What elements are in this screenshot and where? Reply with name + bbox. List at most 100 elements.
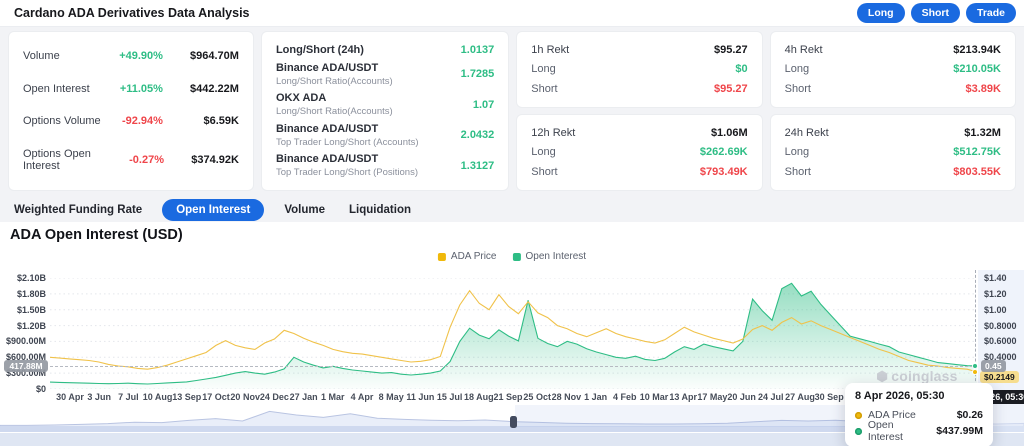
yellow-dot-icon: [855, 412, 862, 419]
rekt-short-label: Short: [531, 83, 557, 95]
stat-change: -92.94%: [122, 115, 163, 127]
chart-tabs: Weighted Funding Rate Open Interest Volu…: [10, 198, 415, 222]
watermark-text: coinglass: [891, 368, 957, 384]
rekt-column-right: 4h Rekt$213.94K Long$210.05K Short$3.89K…: [770, 31, 1016, 191]
rekt-long-label: Long: [785, 63, 809, 75]
x-axis-tick: 27 Aug: [785, 392, 815, 402]
rekt-total: $213.94K: [953, 44, 1001, 56]
x-axis-tick: 17 May: [697, 392, 727, 402]
x-axis-tick: 3 Jun: [87, 392, 111, 402]
legend-item-open-interest[interactable]: Open Interest: [512, 251, 586, 262]
rekt-short-value: $95.27: [714, 83, 748, 95]
x-axis-tick: 30 Sep: [815, 392, 844, 402]
rekt-title: 1h Rekt: [531, 44, 569, 56]
x-axis-tick: 4 Apr: [351, 392, 374, 402]
chart-title: ADA Open Interest (USD): [10, 227, 183, 243]
x-axis-tick: 18 Aug: [464, 392, 494, 402]
ratio-title: Binance ADA/USDT: [276, 61, 393, 76]
ratio-row: Binance ADA/USDT Top Trader Long/Short (…: [262, 152, 508, 179]
x-axis-tick: 15 Jul: [437, 392, 463, 402]
x-axis-tick: 10 Aug: [143, 392, 173, 402]
x-axis-tick: 8 May: [379, 392, 404, 402]
stat-label: Volume: [23, 50, 60, 62]
tooltip-label: Open Interest: [868, 419, 930, 443]
rekt-column-left: 1h Rekt$95.27 Long$0 Short$95.27 12h Rek…: [516, 31, 762, 191]
x-axis-tick: 1 Jan: [584, 392, 607, 402]
ratio-title: OKX ADA: [276, 91, 393, 106]
stat-row-volume: Volume +49.90% $964.70M: [9, 50, 253, 62]
ratio-title: Binance ADA/USDT: [276, 152, 418, 167]
rekt-total: $1.32M: [964, 127, 1001, 139]
stat-change: -0.27%: [129, 154, 164, 166]
y-axis-label-left: $1.50B: [2, 305, 46, 315]
rekt-card-1h: 1h Rekt$95.27 Long$0 Short$95.27: [516, 31, 762, 108]
long-button[interactable]: Long: [857, 3, 905, 23]
stat-change: +11.05%: [120, 83, 163, 95]
overview-stats-card: Volume +49.90% $964.70M Open Interest +1…: [8, 31, 254, 191]
plot-area[interactable]: [50, 278, 977, 389]
rekt-short-value: $793.49K: [700, 166, 748, 178]
stat-label: Options Volume: [23, 115, 101, 127]
rekt-long-value: $512.75K: [953, 146, 1001, 158]
rekt-long-value: $262.69K: [700, 146, 748, 158]
ada-price-axis-badge: $0.2149: [980, 371, 1019, 383]
ratio-subtitle: Top Trader Long/Short (Accounts): [276, 137, 419, 149]
tab-volume[interactable]: Volume: [280, 199, 329, 221]
trade-button[interactable]: Trade: [966, 3, 1016, 23]
ratio-value: 1.3127: [461, 160, 495, 172]
rekt-long-label: Long: [531, 63, 555, 75]
stat-row-options-volume: Options Volume -92.94% $6.59K: [9, 115, 253, 127]
tab-open-interest[interactable]: Open Interest: [162, 199, 264, 221]
stat-value: $964.70M: [163, 50, 239, 62]
green-dot-icon: [855, 428, 862, 435]
ratio-row: Binance ADA/USDT Top Trader Long/Short (…: [262, 122, 508, 149]
coinglass-logo-icon: ⬢: [876, 369, 888, 383]
rekt-title: 12h Rekt: [531, 127, 575, 139]
x-axis-tick: 7 Jul: [118, 392, 139, 402]
x-axis-tick: 13 Sep: [172, 392, 201, 402]
rekt-long-value: $0: [735, 63, 747, 75]
rekt-short-label: Short: [531, 166, 557, 178]
legend-label: Open Interest: [525, 251, 586, 262]
ratio-row: Long/Short (24h) 1.0137: [262, 43, 508, 58]
ada-price-marker-dot: [972, 369, 978, 375]
rekt-card-4h: 4h Rekt$213.94K Long$210.05K Short$3.89K: [770, 31, 1016, 108]
main-chart-svg: [50, 278, 977, 389]
stat-change: +49.90%: [119, 50, 163, 62]
stat-label: Options Open Interest: [23, 148, 129, 172]
stat-value: $374.92K: [164, 154, 239, 166]
x-axis-tick: 10 Mar: [640, 392, 669, 402]
y-axis-label-left: $0: [2, 384, 46, 394]
legend-swatch-yellow-icon: [438, 253, 446, 261]
stat-value: $6.59K: [163, 115, 239, 127]
page-title: Cardano ADA Derivatives Data Analysis: [14, 6, 250, 20]
navigator-handle-left[interactable]: [510, 416, 517, 428]
price-crosshair-axis-badge: 0.45: [981, 360, 1006, 372]
ratio-value: 2.0432: [461, 129, 495, 141]
rekt-total: $1.06M: [711, 127, 748, 139]
ratio-row: Binance ADA/USDT Long/Short Ratio(Accoun…: [262, 61, 508, 88]
x-axis-tick: 25 Oct: [523, 392, 551, 402]
rekt-card-12h: 12h Rekt $1.06M Long $262.69K Short $793.49…: [516, 114, 762, 191]
ratio-value: 1.7285: [461, 68, 495, 80]
ratio-value: 1.0137: [461, 44, 495, 56]
legend-swatch-green-icon: [512, 253, 520, 261]
rekt-long-label: Long: [785, 146, 809, 158]
rekt-long-label: Long: [531, 146, 555, 158]
x-axis-tick: 20 Nov: [230, 392, 260, 402]
legend-item-ada-price[interactable]: ADA Price: [438, 251, 497, 262]
y-axis-label-left: $1.20B: [2, 321, 46, 331]
watermark: ⬢ coinglass: [876, 368, 958, 384]
tab-liquidation[interactable]: Liquidation: [345, 199, 415, 221]
rekt-card-24h: 24h Rekt$1.32M Long$512.75K Short$803.55…: [770, 114, 1016, 191]
x-axis-tick: 24 Jul: [758, 392, 784, 402]
ratio-title: Long/Short (24h): [276, 43, 364, 58]
chart-legend: ADA Price Open Interest: [438, 251, 586, 262]
stat-label: Open Interest: [23, 83, 90, 95]
tab-weighted-funding-rate[interactable]: Weighted Funding Rate: [10, 199, 146, 221]
y-axis-label-right: $1.20: [984, 289, 1024, 299]
x-axis-tick: 1 Mar: [321, 392, 345, 402]
ratio-value: 1.07: [473, 99, 494, 111]
short-button[interactable]: Short: [911, 3, 960, 23]
rekt-title: 4h Rekt: [785, 44, 823, 56]
